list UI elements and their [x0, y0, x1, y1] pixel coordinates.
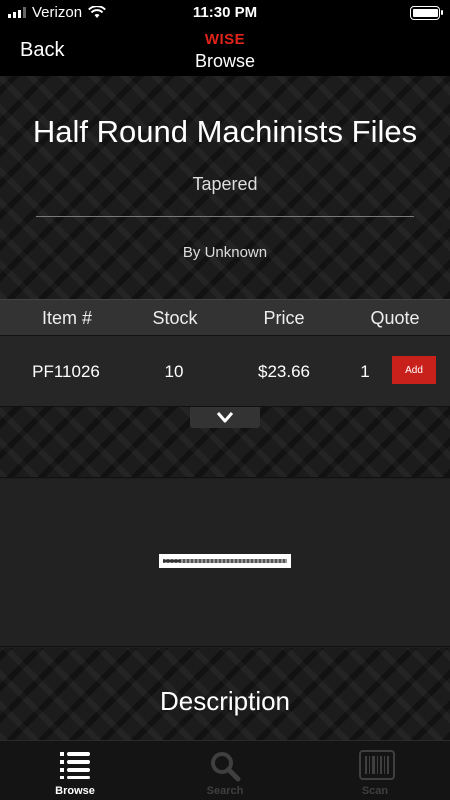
- tab-browse-label: Browse: [55, 785, 95, 797]
- file-graphic: [163, 559, 287, 563]
- tab-scan-label: Scan: [361, 785, 389, 797]
- product-image[interactable]: [159, 554, 291, 568]
- list-icon: [60, 752, 90, 779]
- add-to-quote-button[interactable]: Add: [392, 356, 436, 384]
- nav-bar: Back WISE Browse: [0, 26, 450, 76]
- table-header: Item # Stock Price Quote: [0, 299, 450, 335]
- tab-browse[interactable]: Browse: [0, 741, 150, 800]
- chevron-down-icon: [217, 412, 233, 423]
- tab-search[interactable]: Search: [150, 741, 300, 800]
- quote-quantity[interactable]: 1: [360, 362, 369, 382]
- description-title: Description: [159, 686, 291, 716]
- header-divider: [36, 216, 414, 217]
- tab-bar: Browse Search Scan: [0, 740, 450, 800]
- search-icon: [211, 752, 241, 782]
- column-header-quote: Quote: [370, 308, 420, 328]
- product-byline: By Unknown: [182, 244, 268, 261]
- status-bar: Verizon 11:30 PM: [0, 0, 450, 26]
- column-header-stock: Stock: [152, 308, 198, 328]
- product-image-area: [0, 479, 450, 647]
- product-subtitle: Tapered: [192, 174, 258, 194]
- brand-logo: WISE: [204, 31, 246, 48]
- tab-search-label: Search: [206, 785, 244, 797]
- expand-button[interactable]: [190, 407, 260, 428]
- battery-icon: [410, 6, 443, 20]
- column-header-item: Item #: [41, 308, 93, 328]
- product-header: Half Round Machinists Files Tapered By U…: [0, 76, 450, 299]
- barcode-icon: [359, 750, 395, 780]
- status-time: 11:30 PM: [192, 4, 258, 21]
- description-section: Description: [0, 648, 450, 740]
- column-header-price: Price: [263, 308, 305, 328]
- expand-section: [0, 407, 450, 478]
- product-title: Half Round Machinists Files: [32, 114, 418, 149]
- item-number: PF11026: [32, 362, 100, 381]
- stock-count: 10: [164, 362, 184, 381]
- table-row: PF11026 10 $23.66 1 Add: [0, 335, 450, 407]
- nav-title: Browse: [194, 51, 256, 71]
- tab-scan[interactable]: Scan: [300, 741, 450, 800]
- file-tang: [163, 560, 181, 562]
- price-value: $23.66: [258, 362, 310, 381]
